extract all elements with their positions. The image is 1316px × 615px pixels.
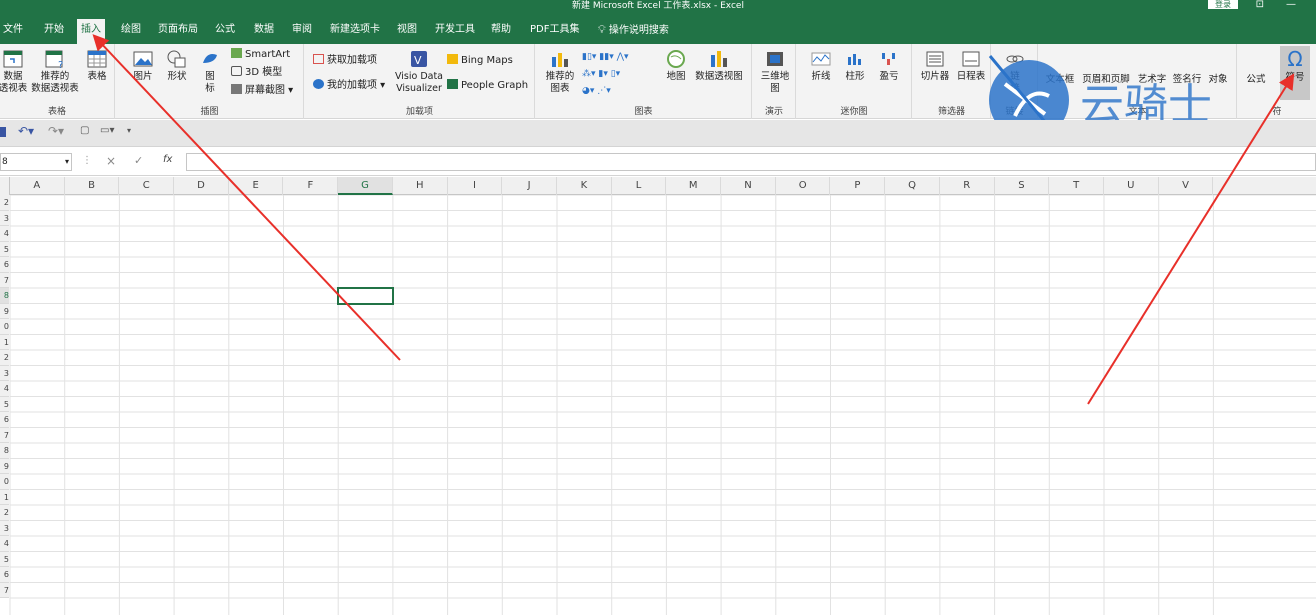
arrow-to-symbol-button [1087,73,1295,405]
annotation-arrows [92,34,1295,405]
arrow-to-insert-tab [92,34,401,361]
